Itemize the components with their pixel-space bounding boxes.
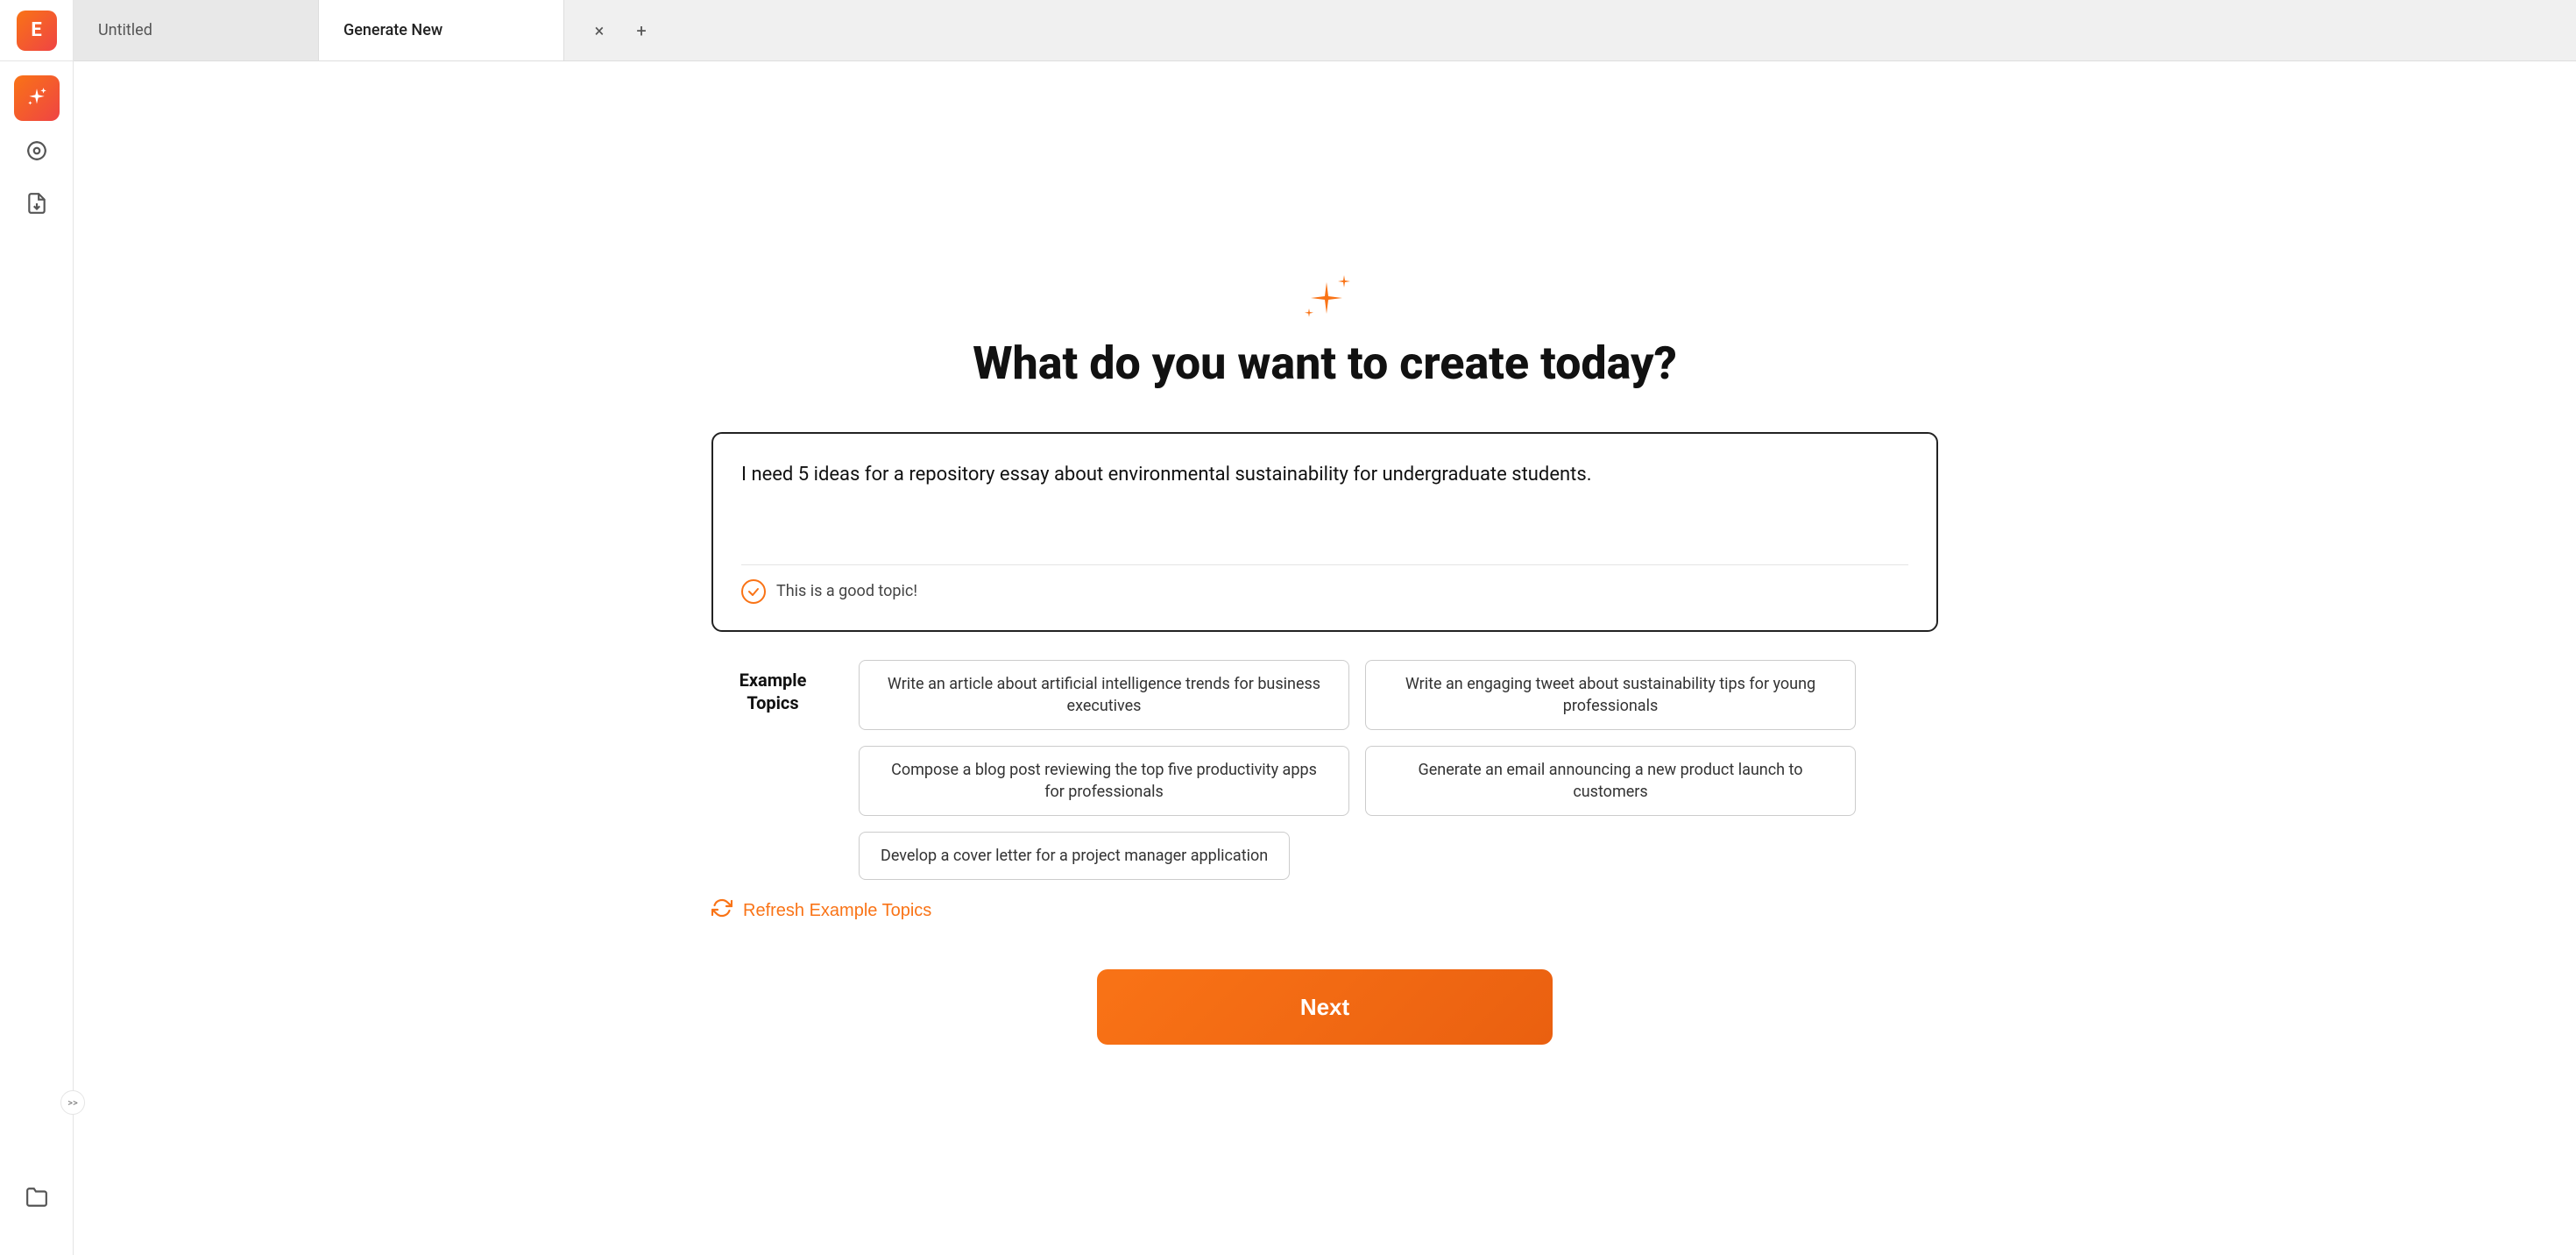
refresh-label: Refresh Example Topics <box>743 901 931 921</box>
sidebar-expand-button[interactable]: >> <box>60 1090 85 1115</box>
topic-chip-3[interactable]: Generate an email announcing a new produ… <box>1365 746 1856 816</box>
sparkle-icon <box>1290 272 1360 337</box>
sidebar: E <box>0 0 74 1255</box>
check-icon <box>741 579 766 604</box>
sidebar-item-ai[interactable] <box>14 75 60 121</box>
sidebar-nav <box>0 61 73 226</box>
tab-bar: Untitled Generate New × + <box>74 0 2576 61</box>
refresh-icon <box>711 897 732 924</box>
page-title: What do you want to create today? <box>973 337 1677 390</box>
add-tab-button[interactable]: + <box>627 17 655 45</box>
example-topics-label: ExampleTopics <box>711 660 834 714</box>
sidebar-item-folder[interactable] <box>14 1174 60 1220</box>
tab-generate-new[interactable]: Generate New <box>319 0 564 60</box>
topic-feedback: This is a good topic! <box>741 579 1908 604</box>
sidebar-item-import[interactable] <box>14 181 60 226</box>
feedback-text: This is a good topic! <box>776 582 917 600</box>
topic-chip-1[interactable]: Write an engaging tweet about sustainabi… <box>1365 660 1856 730</box>
topic-chip-0[interactable]: Write an article about artificial intell… <box>859 660 1349 730</box>
refresh-topics-button[interactable]: Refresh Example Topics <box>711 897 931 924</box>
topic-input-container: This is a good topic! <box>711 432 1938 632</box>
content-area: What do you want to create today? This i… <box>74 61 2576 1255</box>
tab-controls: × + <box>564 0 676 60</box>
tab-untitled[interactable]: Untitled <box>74 0 319 60</box>
topic-textarea[interactable] <box>741 460 1908 547</box>
topics-chips: Write an article about artificial intell… <box>859 660 1938 881</box>
topic-chip-2[interactable]: Compose a blog post reviewing the top fi… <box>859 746 1349 816</box>
app-logo[interactable]: E <box>17 11 57 51</box>
close-tab-button[interactable]: × <box>585 17 613 45</box>
center-panel: What do you want to create today? This i… <box>711 272 1938 1046</box>
example-topics-section: ExampleTopics Write an article about art… <box>711 660 1938 881</box>
sidebar-logo: E <box>0 0 74 61</box>
next-button[interactable]: Next <box>1097 969 1553 1045</box>
topic-chip-4[interactable]: Develop a cover letter for a project man… <box>859 832 1290 880</box>
main-area: Untitled Generate New × + <box>74 0 2576 1255</box>
sidebar-item-history[interactable] <box>14 128 60 174</box>
